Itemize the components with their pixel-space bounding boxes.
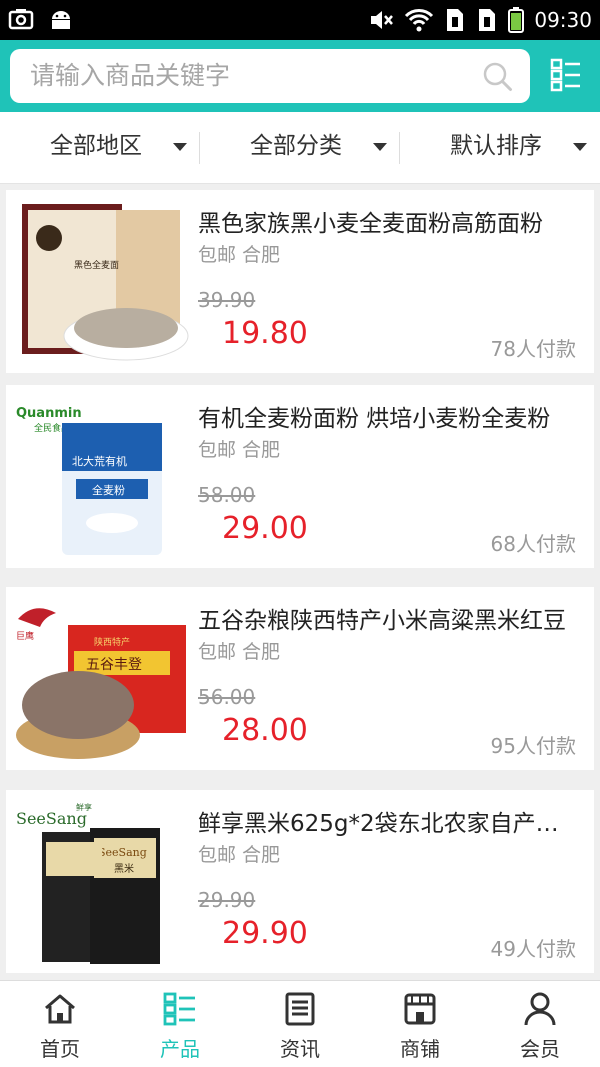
product-image[interactable]: Quanmin 全民食品 北大荒有机 全麦粉 [14,393,192,561]
svg-text:黑米: 黑米 [114,862,134,875]
android-icon [52,11,70,29]
product-sold-count: 49人付款 [490,937,576,961]
filter-sort-label: 默认排序 [450,133,542,159]
tab-news-label: 资讯 [280,1037,320,1061]
member-icon [524,992,556,1026]
filter-category[interactable]: 全部分类 [200,112,400,184]
product-price: 19.80 [222,316,308,351]
product-shipping: 包邮 合肥 [198,844,281,866]
product-card[interactable]: SeeSang 鲜享 SeeSang 黑米 鲜享黑米625g*2袋东北农家自产黑… [6,790,594,973]
product-original-price: 58.00 [198,483,256,507]
tab-home[interactable]: 首页 [0,981,120,1067]
news-icon [285,992,315,1026]
product-sold-count: 95人付款 [490,734,576,758]
tab-products[interactable]: 产品 [120,981,240,1067]
tab-products-label: 产品 [160,1037,200,1061]
svg-text:五谷丰登: 五谷丰登 [86,657,142,673]
svg-text:鲜享: 鲜享 [76,802,92,812]
category-list-icon[interactable] [550,58,582,92]
product-original-price: 29.90 [198,888,256,912]
wifi-icon [405,9,434,32]
tab-shops-label: 商铺 [400,1037,440,1061]
product-grid-icon [163,992,195,1026]
product-title[interactable]: 有机全麦粉面粉 烘培小麦粉全麦粉 [198,399,578,433]
shop-icon [404,993,436,1025]
tab-member[interactable]: 会员 [480,981,600,1067]
product-card[interactable]: 巨鹰 陕西特产 五谷丰登 五谷杂粮陕西特产小米高粱黑米红豆 包邮 合肥 56.0… [6,587,594,770]
bottom-tab-bar: 首页 产品 资讯 商铺 会员 [0,980,600,1067]
mute-icon [371,11,394,29]
filter-region-label: 全部地区 [50,133,142,159]
product-original-price: 39.90 [198,288,256,312]
chevron-down-icon [173,143,187,151]
home-icon [45,994,75,1024]
product-card[interactable]: Quanmin 全民食品 北大荒有机 全麦粉 有机全麦粉面粉 烘培小麦粉全麦粉 … [6,385,594,568]
product-sold-count: 78人付款 [490,337,576,361]
chevron-down-icon [573,143,587,151]
filter-category-label: 全部分类 [250,133,342,159]
tab-shops[interactable]: 商铺 [360,981,480,1067]
product-image[interactable]: SeeSang 鲜享 SeeSang 黑米 [14,798,192,966]
svg-text:北大荒有机: 北大荒有机 [72,454,127,468]
product-price: 29.90 [222,916,308,951]
product-image[interactable]: 巨鹰 陕西特产 五谷丰登 [14,595,192,763]
product-shipping: 包邮 合肥 [198,439,281,461]
filter-region[interactable]: 全部地区 [0,112,200,184]
screenshot-icon [8,9,34,30]
product-sold-count: 68人付款 [490,532,576,556]
svg-text:巨鹰: 巨鹰 [16,630,34,642]
svg-text:Quanmin: Quanmin [16,406,82,421]
search-bar[interactable]: 请输入商品关键字 [10,49,530,103]
sim2-signal-icon [479,9,496,31]
svg-text:黑色全麦面: 黑色全麦面 [74,259,119,271]
product-title[interactable]: 黑色家族黑小麦全麦面粉高筋面粉 [198,204,578,238]
product-price: 29.00 [222,511,308,546]
tab-news[interactable]: 资讯 [240,981,360,1067]
tab-home-label: 首页 [40,1037,80,1061]
tab-member-label: 会员 [520,1037,560,1061]
search-placeholder[interactable]: 请输入商品关键字 [30,49,230,103]
svg-text:SeeSang: SeeSang [98,846,147,859]
status-time: 09:30 [534,8,592,32]
product-title[interactable]: 五谷杂粮陕西特产小米高粱黑米红豆 [198,601,578,635]
product-shipping: 包邮 合肥 [198,641,281,663]
product-price: 28.00 [222,713,308,748]
product-title[interactable]: 鲜享黑米625g*2袋东北农家自产黑米 [198,804,578,838]
app-header: 请输入商品关键字 [0,40,600,112]
search-icon[interactable] [482,61,514,93]
filter-sort[interactable]: 默认排序 [400,112,600,184]
battery-icon [508,7,525,33]
svg-text:陕西特产: 陕西特产 [94,636,130,648]
filter-bar: 全部地区 全部分类 默认排序 [0,112,600,184]
product-card[interactable]: 黑色全麦面 黑色家族黑小麦全麦面粉高筋面粉 包邮 合肥 39.90 19.80 … [6,190,594,373]
product-shipping: 包邮 合肥 [198,244,281,266]
chevron-down-icon [373,143,387,151]
status-bar: 09:30 [0,0,600,40]
sim1-signal-icon [447,9,464,31]
product-image[interactable]: 黑色全麦面 [14,198,192,366]
svg-text:全麦粉: 全麦粉 [92,483,125,497]
product-original-price: 56.00 [198,685,256,709]
